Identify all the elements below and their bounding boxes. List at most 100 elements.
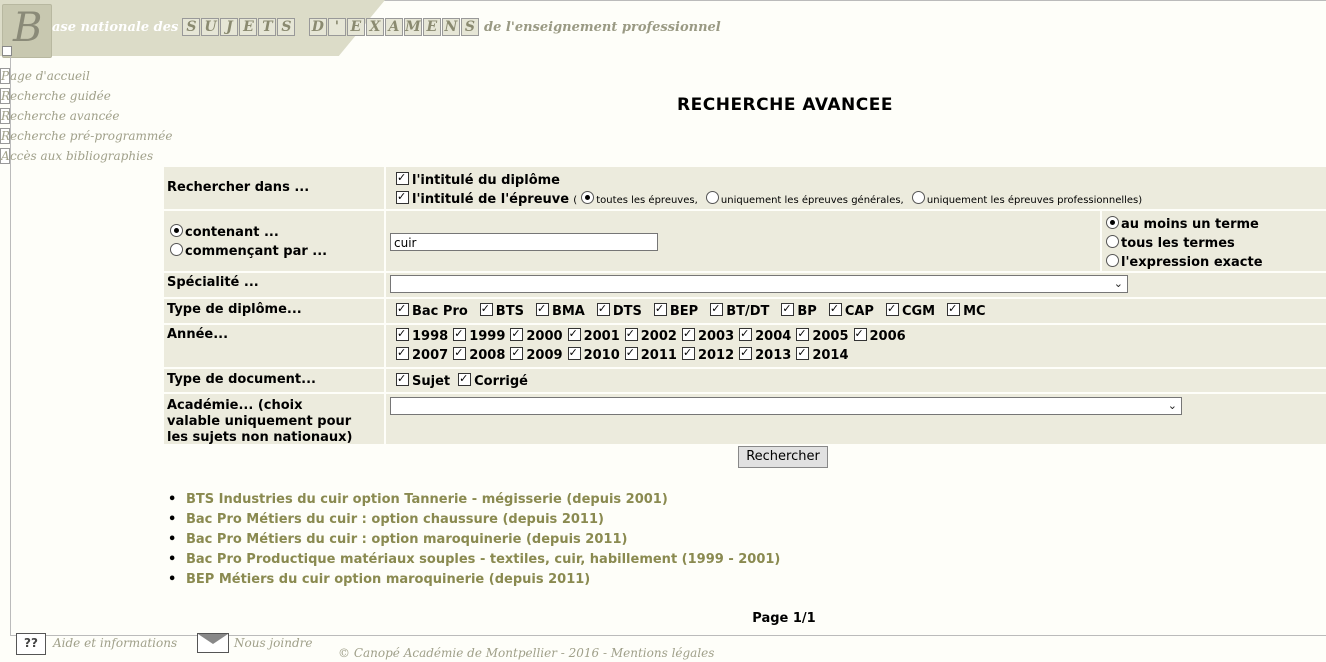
year-option[interactable]: 2014 [796,347,849,363]
sidebar-item[interactable]: Recherche pré-programmée [0,128,173,148]
doc-type-option[interactable]: Corrigé [458,373,528,389]
doc-type-option[interactable]: Sujet [396,373,451,389]
year-option[interactable]: 2000 [510,328,563,344]
year-option[interactable]: 2002 [624,328,677,344]
year-option[interactable]: 1999 [453,328,505,344]
year-label: 2013 [755,348,792,363]
diploma-type-checkbox[interactable] [947,303,961,316]
year-checkbox[interactable] [681,347,695,360]
exact-radio[interactable] [1106,254,1119,267]
year-checkbox[interactable] [739,347,753,360]
year-option[interactable]: 2005 [796,328,849,344]
search-input[interactable]: cuir [390,233,658,251]
search-in-options: l'intitulé du diplôme l'intitulé de l'ép… [388,167,1326,209]
result-link[interactable]: BTS Industries du cuir option Tannerie -… [168,490,780,510]
year-checkbox[interactable] [624,328,638,341]
exam-checkbox[interactable] [396,191,409,204]
year-checkbox[interactable] [510,347,524,360]
year-checkbox[interactable] [796,347,810,360]
starting-radio[interactable] [170,243,183,256]
diploma-type-option[interactable]: BEP [653,303,698,319]
diploma-type-checkbox[interactable] [710,303,724,316]
sidebar-item[interactable]: Recherche guidée [0,88,173,108]
year-checkbox[interactable] [853,328,867,341]
year-checkbox[interactable] [624,347,638,360]
year-option[interactable]: 2007 [396,347,448,363]
year-option[interactable]: 1998 [396,328,448,344]
any-term-option[interactable]: au moins un terme [1106,216,1259,232]
scope-professional-radio[interactable] [911,191,925,204]
search-button[interactable]: Rechercher [738,446,828,468]
year-checkbox[interactable] [567,328,581,341]
result-link[interactable]: Bac Pro Métiers du cuir : option chaussu… [168,510,780,530]
diploma-type-option[interactable]: BMA [535,303,585,319]
diploma-type-checkbox[interactable] [479,303,493,316]
containing-option[interactable]: contenant ... [170,224,279,240]
year-option[interactable]: 2010 [567,347,620,363]
year-checkbox[interactable] [453,328,467,341]
diploma-checkbox[interactable] [396,172,409,185]
doc-type-checkbox[interactable] [396,373,409,386]
any-term-radio[interactable] [1106,216,1119,229]
copyright[interactable]: © Canopé Académie de Montpellier - 2016 … [338,646,714,660]
diploma-type-checkbox[interactable] [828,303,842,316]
scope-general-radio[interactable] [705,191,719,204]
result-link[interactable]: Bac Pro Productique matériaux souples - … [168,550,780,570]
year-checkbox[interactable] [510,328,524,341]
scope-all-radio[interactable] [581,191,595,204]
result-link[interactable]: Bac Pro Métiers du cuir : option maroqui… [168,530,780,550]
help-icon[interactable]: ?? [16,633,46,655]
diploma-type-checkbox[interactable] [596,303,610,316]
title-letter: D [308,18,327,36]
year-checkbox[interactable] [396,328,409,341]
diploma-type-option[interactable]: BT/DT [710,303,769,319]
year-option[interactable]: 2013 [739,347,792,363]
sidebar-item[interactable]: Recherche avancée [0,108,173,128]
year-option[interactable]: 2006 [853,328,906,344]
contact-link[interactable]: Nous joindre [234,636,312,650]
diploma-type-option[interactable]: DTS [596,303,642,319]
diploma-type-option[interactable]: BP [781,303,817,319]
sidebar-item[interactable]: Accès aux bibliographies [0,148,173,168]
year-checkbox[interactable] [396,347,409,360]
starting-option[interactable]: commençant par ... [170,243,327,259]
mail-icon[interactable] [197,633,229,653]
year-option[interactable]: 2011 [624,347,677,363]
diploma-type-checkbox[interactable] [781,303,795,316]
diploma-type-option[interactable]: BTS [479,303,524,319]
doc-type-label: Sujet [412,374,451,389]
opt-diploma[interactable]: l'intitulé du diplôme [396,172,560,188]
doc-type-checkbox[interactable] [458,373,472,386]
diploma-type-option[interactable]: Bac Pro [396,303,468,319]
query-cell: cuir au moins un terme tous les termes l… [388,211,1326,271]
year-option[interactable]: 2012 [681,347,734,363]
opt-exam-label[interactable]: l'intitulé de l'épreuve [396,191,569,207]
help-link[interactable]: Aide et informations [53,636,177,650]
year-checkbox[interactable] [681,328,695,341]
year-checkbox[interactable] [453,347,467,360]
exact-option[interactable]: l'expression exacte [1106,254,1263,270]
diploma-type-option[interactable]: CAP [828,303,874,319]
year-option[interactable]: 2003 [681,328,734,344]
all-terms-option[interactable]: tous les termes [1106,235,1235,251]
label-academy: Académie... (choix valable uniquement po… [164,394,386,445]
year-checkbox[interactable] [796,328,810,341]
containing-radio[interactable] [170,224,183,237]
diploma-type-checkbox[interactable] [535,303,549,316]
result-link[interactable]: BEP Métiers du cuir option maroquinerie … [168,570,780,590]
diploma-type-checkbox[interactable] [885,303,899,316]
academy-select[interactable]: ⌄ [390,397,1182,415]
year-checkbox[interactable] [739,328,753,341]
diploma-type-checkbox[interactable] [396,303,409,316]
year-option[interactable]: 2001 [567,328,620,344]
sidebar-item[interactable]: Page d'accueil [0,68,173,88]
diploma-type-checkbox[interactable] [653,303,667,316]
year-checkbox[interactable] [567,347,581,360]
year-option[interactable]: 2004 [739,328,791,344]
year-option[interactable]: 2009 [510,347,563,363]
diploma-type-option[interactable]: CGM [885,303,935,319]
speciality-select[interactable]: ⌄ [390,275,1128,293]
year-option[interactable]: 2008 [453,347,505,363]
all-terms-radio[interactable] [1106,235,1119,248]
diploma-type-option[interactable]: MC [947,303,986,319]
